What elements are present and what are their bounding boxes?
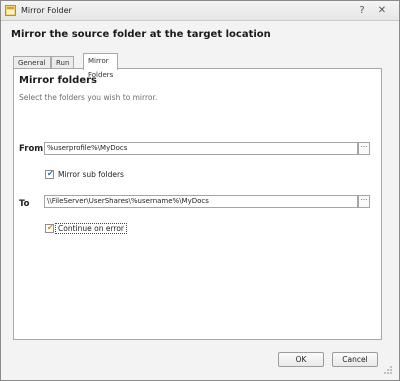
continue-on-error-label: Continue on error [55, 223, 127, 234]
tab-mirror-folders[interactable]: Mirror Folders [83, 53, 119, 79]
to-browse-button[interactable]: ··· [358, 195, 370, 208]
window-title: Mirror Folder [21, 6, 72, 15]
cancel-button[interactable]: Cancel [332, 352, 378, 367]
mirror-folder-dialog: Mirror Folder ? ✕ Mirror the source fold… [0, 0, 400, 381]
from-browse-button[interactable]: ··· [358, 142, 370, 155]
from-field[interactable]: %userprofile%\MyDocs [44, 142, 358, 155]
continue-on-error-checkbox[interactable]: ✔ [45, 223, 54, 233]
check-icon: ✔ [47, 223, 54, 232]
ok-button[interactable]: OK [278, 352, 324, 367]
dialog-heading: Mirror the source folder at the target l… [11, 29, 271, 40]
to-label: To [19, 199, 30, 209]
section-subtitle: Select the folders you wish to mirror. [19, 93, 158, 102]
title-bar: Mirror Folder ? ✕ [1, 1, 399, 21]
from-label: From [19, 144, 44, 154]
close-icon[interactable]: ✕ [375, 4, 389, 18]
mirror-sub-folders-label: Mirror sub folders [58, 170, 124, 179]
mirror-folders-panel: Mirror folders Select the folders you wi… [13, 68, 382, 340]
help-icon[interactable]: ? [355, 4, 369, 18]
mirror-sub-folders-checkbox[interactable]: ✔ [45, 169, 54, 179]
resize-grip-icon[interactable] [383, 365, 395, 377]
app-icon [5, 5, 16, 16]
to-field[interactable]: \\FileServer\UserShares\%username%\MyDoc… [44, 195, 358, 208]
check-icon: ✔ [47, 169, 54, 178]
section-title: Mirror folders [19, 75, 97, 86]
